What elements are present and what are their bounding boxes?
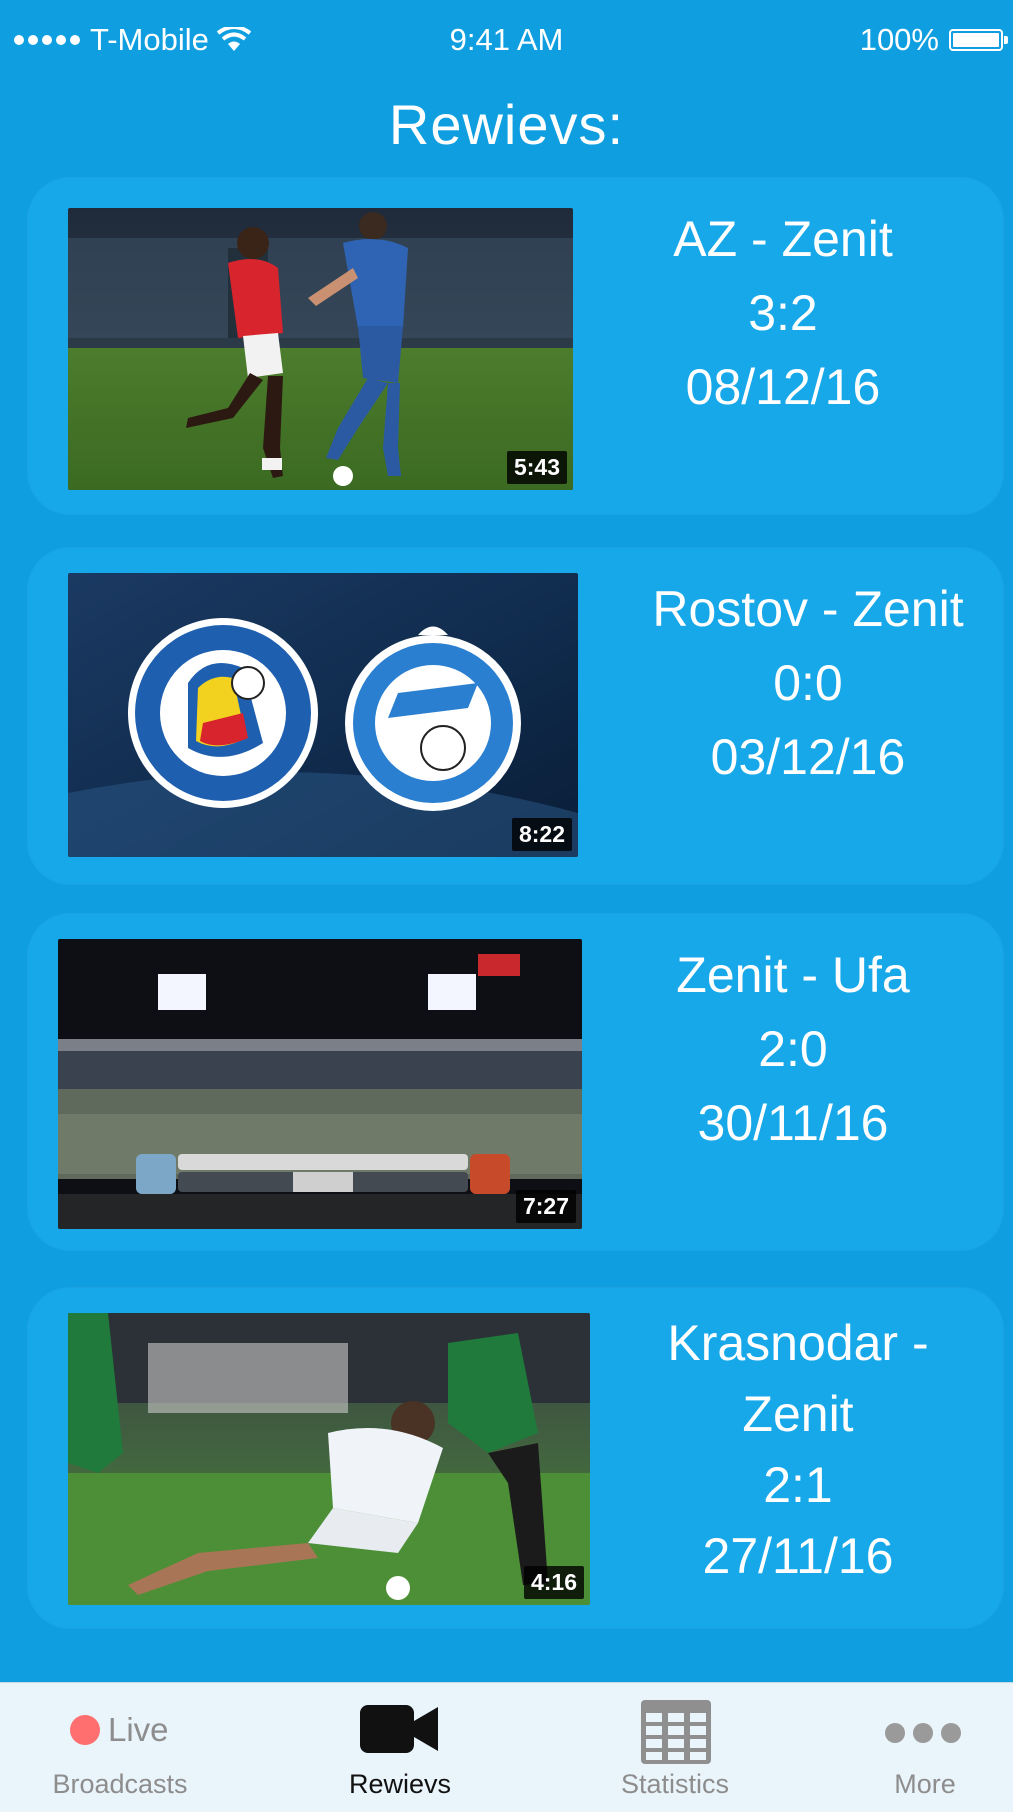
match-date: 03/12/16 [710,729,906,785]
match-teams-line2: Zenit [742,1386,854,1442]
match-info: Zenit - Ufa 2:0 30/11/16 [598,938,988,1160]
video-duration: 4:16 [523,1566,584,1599]
match-score: 2:0 [758,1021,828,1077]
match-teams: AZ - Zenit [673,211,893,267]
match-photo-image [68,208,573,490]
tab-label: Broadcasts [52,1769,188,1799]
match-score: 3:2 [748,285,818,341]
stadium-broadcast-image [58,939,582,1229]
video-duration: 7:27 [515,1190,576,1223]
review-card[interactable]: 4:16 Krasnodar - Zenit 2:1 27/11/16 [28,1288,1003,1628]
status-right: 100% [859,22,1008,58]
battery-icon [949,29,1008,51]
match-info: AZ - Zenit 3:2 08/12/16 [583,202,983,424]
video-thumbnail[interactable]: 8:22 [68,573,578,857]
club-logos-image [68,573,578,857]
review-card[interactable]: 7:27 Zenit - Ufa 2:0 30/11/16 [28,914,1003,1250]
tab-statistics[interactable]: Statistics [590,1683,760,1812]
tab-more[interactable]: More [860,1683,990,1812]
match-photo-image [68,1313,590,1605]
review-card[interactable]: 5:43 AZ - Zenit 3:2 08/12/16 [28,178,1003,514]
video-thumbnail[interactable]: 7:27 [58,939,582,1229]
tab-rewievs[interactable]: Rewievs [320,1683,480,1812]
match-date: 30/11/16 [697,1095,889,1151]
match-info: Rostov - Zenit 0:0 03/12/16 [613,572,1003,794]
tab-label: Statistics [620,1769,730,1799]
app-screen: T-Mobile 9:41 AM 100% Rewievs: 5:43 AZ -… [0,0,1013,1812]
status-bar: T-Mobile 9:41 AM 100% [0,0,1013,82]
match-teams: Rostov - Zenit [652,581,964,637]
match-date: 08/12/16 [685,359,881,415]
more-dots-icon [885,1723,961,1743]
live-label: Live [108,1711,169,1748]
video-thumbnail[interactable]: 5:43 [68,208,573,490]
match-teams: Zenit - Ufa [676,947,910,1003]
video-duration: 8:22 [511,818,572,851]
match-info: Krasnodar - Zenit 2:1 27/11/16 [598,1308,998,1592]
tab-label: Rewievs [348,1769,452,1799]
match-score: 2:1 [763,1457,833,1513]
video-camera-icon [360,1705,438,1753]
video-thumbnail[interactable]: 4:16 [68,1313,590,1605]
tab-label: More [894,1769,956,1799]
tab-bar: Live Broadcasts Rewievs Statistics More [0,1682,1013,1812]
match-score: 0:0 [773,655,843,711]
live-dot-icon [70,1715,100,1745]
table-icon [641,1700,711,1764]
live-indicator: Live [70,1711,169,1749]
rostov-crest-icon [128,618,318,808]
battery-percent: 100% [859,22,939,57]
review-card[interactable]: 8:22 Rostov - Zenit 0:0 03/12/16 [28,548,1003,884]
match-teams-line1: Krasnodar - [667,1315,929,1371]
page-title: Rewievs: [388,93,625,156]
match-date: 27/11/16 [702,1528,894,1584]
video-duration: 5:43 [506,451,567,484]
tab-broadcasts[interactable]: Live Broadcasts [20,1683,220,1812]
